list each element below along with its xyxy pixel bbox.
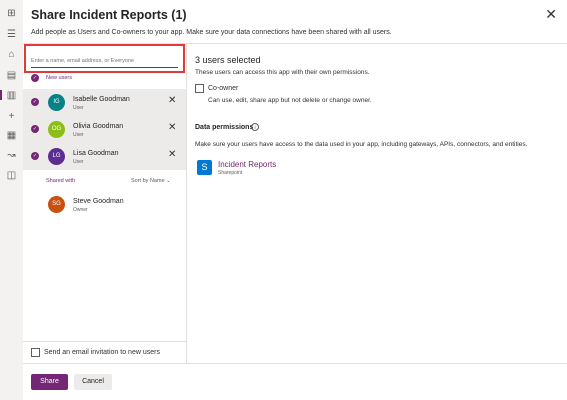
book-icon[interactable]: ▤ <box>6 70 17 81</box>
table-icon[interactable]: ▦ <box>6 130 17 141</box>
people-pane: ✓ New users ✓ IG Isabelle Goodman User ✕… <box>23 43 187 364</box>
remove-user-icon[interactable]: ✕ <box>168 122 176 133</box>
close-icon[interactable]: ✕ <box>545 6 557 23</box>
datasource-type: Sharepoint <box>218 170 243 176</box>
coowner-checkbox[interactable] <box>195 84 204 93</box>
user-row-lisa[interactable]: ✓ LG Lisa Goodman User ✕ <box>23 143 186 170</box>
dialog-subtitle: Add people as Users and Co-owners to you… <box>31 29 392 36</box>
menu-icon[interactable]: ☰ <box>6 29 17 40</box>
coowner-label: Co-owner <box>208 85 239 92</box>
new-users-label: New users <box>46 75 72 81</box>
share-dialog: Share Incident Reports (1) ✕ Add people … <box>23 0 567 400</box>
data-permissions-text: Make sure your users have access to the … <box>195 141 528 148</box>
user-check-icon[interactable]: ✓ <box>31 152 39 160</box>
dialog-title: Share Incident Reports (1) <box>31 8 187 22</box>
user-name: Lisa Goodman <box>73 150 119 157</box>
left-nav-rail: ⊞ ☰ ⌂ ▤ ▥ + ▦ ↝ ◫ <box>0 0 24 399</box>
datasource-name[interactable]: Incident Reports <box>218 160 276 169</box>
user-check-icon[interactable]: ✓ <box>31 125 39 133</box>
avatar: IG <box>48 94 65 111</box>
owner-role: Owner <box>73 207 88 213</box>
shared-with-label: Shared with <box>46 178 76 184</box>
avatar: LG <box>48 148 65 165</box>
divider <box>23 341 186 342</box>
coowner-description: Can use, edit, share app but not delete … <box>208 97 372 104</box>
chevron-down-icon: ⌄ <box>166 178 171 184</box>
plus-icon[interactable]: + <box>6 111 17 122</box>
user-name: Isabelle Goodman <box>73 96 130 103</box>
owner-row: SG Steve Goodman Owner <box>23 191 186 218</box>
new-users-header: ✓ New users <box>23 74 186 83</box>
nav-selected-indicator <box>0 90 2 100</box>
user-role: User <box>73 132 84 138</box>
email-invite-checkbox[interactable] <box>31 348 40 357</box>
user-row-isabelle[interactable]: ✓ IG Isabelle Goodman User ✕ <box>23 89 186 116</box>
owner-name: Steve Goodman <box>73 198 124 205</box>
user-name: Olivia Goodman <box>73 123 124 130</box>
cancel-button[interactable]: Cancel <box>74 374 112 390</box>
sort-label: Sort by Name <box>131 178 165 184</box>
remove-user-icon[interactable]: ✕ <box>168 149 176 160</box>
avatar: SG <box>48 196 65 213</box>
user-role: User <box>73 159 84 165</box>
share-button[interactable]: Share <box>31 374 68 390</box>
sort-by-dropdown[interactable]: Sort by Name ⌄ <box>131 178 171 184</box>
info-icon[interactable]: i <box>251 123 259 131</box>
dialog-footer: Share Cancel <box>23 363 567 400</box>
apps-icon[interactable]: ▥ <box>6 90 17 101</box>
data-permissions-title: Data permissions <box>195 124 254 131</box>
email-invite-label: Send an email invitation to new users <box>44 349 160 356</box>
permissions-pane: 3 users selected These users can access … <box>187 43 567 364</box>
app-launcher-icon[interactable]: ⊞ <box>6 8 17 19</box>
sharepoint-icon: S <box>197 160 212 175</box>
user-check-icon[interactable]: ✓ <box>31 98 39 106</box>
select-all-check-icon[interactable]: ✓ <box>31 74 39 82</box>
avatar: OG <box>48 121 65 138</box>
data-icon[interactable]: ◫ <box>6 170 17 181</box>
user-role: User <box>73 105 84 111</box>
access-text: These users can access this app with the… <box>195 69 370 76</box>
flow-icon[interactable]: ↝ <box>6 150 17 161</box>
user-row-olivia[interactable]: ✓ OG Olivia Goodman User ✕ <box>23 116 186 143</box>
selected-count-heading: 3 users selected <box>195 55 261 65</box>
remove-user-icon[interactable]: ✕ <box>168 95 176 106</box>
people-search-input[interactable] <box>31 55 178 68</box>
home-icon[interactable]: ⌂ <box>6 49 17 60</box>
